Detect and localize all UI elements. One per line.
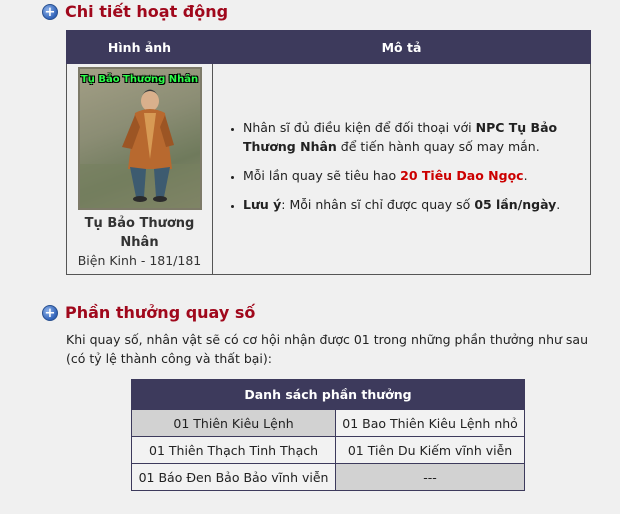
table-row: 01 Thiên Thạch Tinh Thạch 01 Tiên Du Kiế… (132, 437, 524, 463)
npc-location: Biện Kinh - 181/181 (77, 253, 202, 268)
npc-image-cell: Tụ Bảo Thương Nhân Tụ Bảo Thương Nhân Bi… (66, 63, 213, 275)
reward-cell: 01 Báo Đen Bảo Bảo vĩnh viễn (132, 464, 336, 490)
rewards-header: Danh sách phần thưởng (132, 380, 524, 409)
reward-cell: 01 Thiên Kiêu Lệnh (132, 410, 336, 436)
rewards-table: Danh sách phần thưởng 01 Thiên Kiêu Lệnh… (131, 379, 525, 491)
table-row: 01 Báo Đen Bảo Bảo vĩnh viễn --- (132, 464, 524, 490)
list-item: Lưu ý: Mỗi nhân sĩ chỉ được quay số 05 l… (243, 195, 580, 214)
npc-caption: Tụ Bảo Thương Nhân (84, 216, 195, 250)
reward-cell: 01 Thiên Thạch Tinh Thạch (132, 437, 336, 463)
description-list: Nhân sĩ đủ điều kiện để đối thoại với NP… (227, 118, 580, 214)
header-description: Mô tả (212, 30, 591, 64)
npc-portrait: Tụ Bảo Thương Nhân (77, 67, 202, 210)
list-item: Mỗi lần quay sẽ tiêu hao 20 Tiêu Dao Ngọ… (243, 166, 580, 185)
table-row: 01 Thiên Kiêu Lệnh 01 Bao Thiên Kiêu Lện… (132, 410, 524, 436)
plus-circle-icon: + (42, 3, 58, 20)
activity-details-table: Hình ảnh Mô tả Tụ Bảo Thương Nhân Tụ Bảo… (66, 30, 591, 275)
rewards-intro: Khi quay số, nhân vật sẽ có cơ hội nhận … (66, 332, 589, 366)
section-title-text: Chi tiết hoạt động (65, 2, 229, 21)
reward-cell: --- (336, 464, 524, 490)
section-title-text: Phần thưởng quay số (65, 303, 256, 322)
description-cell: Nhân sĩ đủ điều kiện để đối thoại với NP… (212, 63, 591, 275)
npc-figure-icon (79, 89, 200, 208)
section-title-rewards: + Phần thưởng quay số (42, 303, 255, 322)
list-item: Nhân sĩ đủ điều kiện để đối thoại với NP… (243, 118, 580, 156)
reward-cell: 01 Tiên Du Kiếm vĩnh viễn (336, 437, 524, 463)
plus-circle-icon: + (42, 304, 58, 321)
reward-cell: 01 Bao Thiên Kiêu Lệnh nhỏ (336, 410, 524, 436)
header-image: Hình ảnh (66, 30, 213, 64)
section-title-activity-details: + Chi tiết hoạt động (42, 2, 228, 21)
